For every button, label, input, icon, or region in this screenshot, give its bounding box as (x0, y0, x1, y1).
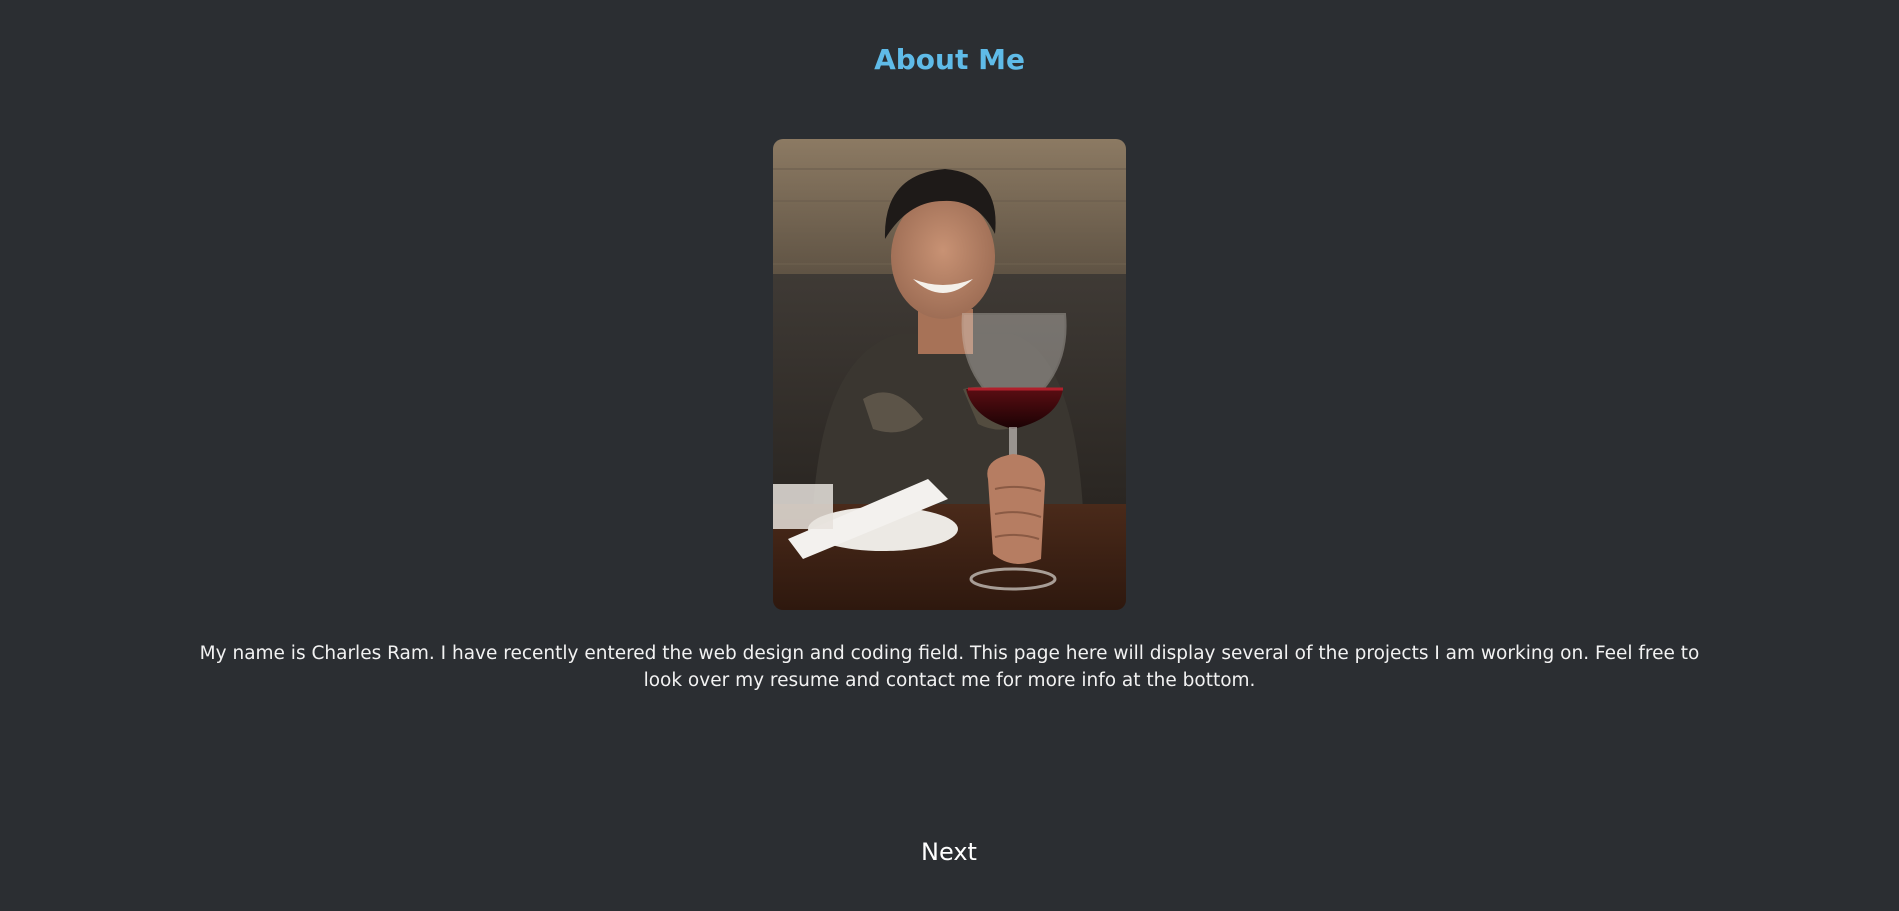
page-title: About Me (874, 43, 1025, 76)
about-page: About Me My name is Charles Ram. I have … (0, 0, 1899, 911)
profile-photo (773, 139, 1126, 610)
bio-text: My name is Charles Ram. I have recently … (199, 643, 1700, 691)
next-button[interactable]: Next (849, 834, 1049, 870)
